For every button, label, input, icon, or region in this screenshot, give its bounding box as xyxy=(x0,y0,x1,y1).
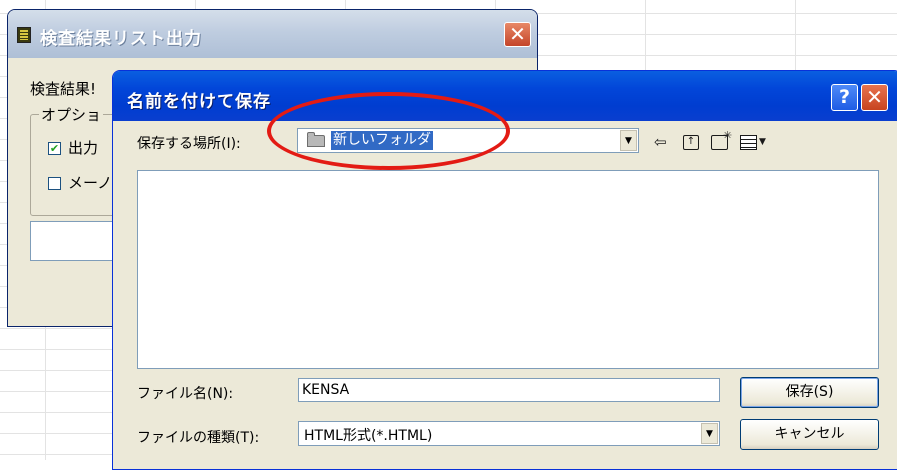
back-window-label: 検査結果! xyxy=(30,80,97,98)
chevron-down-icon[interactable]: ▼ xyxy=(620,130,637,151)
output-checkbox-label: 出力 xyxy=(68,139,99,157)
filetype-value: HTML形式(*.HTML) xyxy=(304,428,433,444)
dialog-title-bar[interactable]: 名前を付けて保存 ? ✕ xyxy=(113,71,897,121)
view-menu-chevron-down-icon[interactable]: ▼ xyxy=(759,133,766,151)
back-arrow-icon[interactable]: ⇦ xyxy=(654,133,667,151)
filename-label: ファイル名(N): xyxy=(137,386,234,402)
back-window-title-bar[interactable]: 検査結果リスト出力 ✕ xyxy=(8,10,537,58)
help-icon: ? xyxy=(838,86,851,108)
checkmark-icon: ✔ xyxy=(49,142,60,155)
save-as-dialog: 名前を付けて保存 ? ✕ 保存する場所(I): 新しいフォルダ ▼ ⇦ ↑ ✳ … xyxy=(112,70,897,470)
dialog-close-button[interactable]: ✕ xyxy=(861,84,888,111)
mail-checkbox-label: メーノ xyxy=(68,174,113,192)
filename-input[interactable]: KENSA xyxy=(298,378,720,402)
back-window-title: 検査結果リスト出力 xyxy=(40,29,202,49)
filetype-dropdown[interactable]: HTML形式(*.HTML) ▼ xyxy=(298,421,720,446)
new-folder-icon[interactable]: ✳ xyxy=(711,129,732,150)
file-list-pane[interactable] xyxy=(137,170,879,369)
close-icon: ✕ xyxy=(509,22,526,46)
dialog-title: 名前を付けて保存 xyxy=(127,92,271,112)
options-group-title: オプショ xyxy=(39,104,104,125)
chevron-down-icon[interactable]: ▼ xyxy=(701,423,718,444)
save-in-dropdown[interactable]: 新しいフォルダ ▼ xyxy=(297,128,639,153)
output-checkbox[interactable]: ✔ xyxy=(48,142,61,155)
up-folder-icon[interactable]: ↑ xyxy=(683,135,699,150)
save-in-label: 保存する場所(I): xyxy=(137,136,241,152)
app-icon xyxy=(17,27,31,43)
save-in-value: 新しいフォルダ xyxy=(331,131,433,150)
save-button[interactable]: 保存(S) xyxy=(740,377,879,408)
cancel-button[interactable]: キャンセル xyxy=(740,419,879,450)
view-menu-icon[interactable] xyxy=(740,135,757,150)
close-icon: ✕ xyxy=(866,85,883,109)
folder-icon xyxy=(307,132,325,147)
filetype-label: ファイルの種類(T): xyxy=(137,430,260,446)
back-window-close-button[interactable]: ✕ xyxy=(504,22,531,47)
help-button[interactable]: ? xyxy=(831,84,858,111)
mail-checkbox[interactable] xyxy=(48,177,61,190)
